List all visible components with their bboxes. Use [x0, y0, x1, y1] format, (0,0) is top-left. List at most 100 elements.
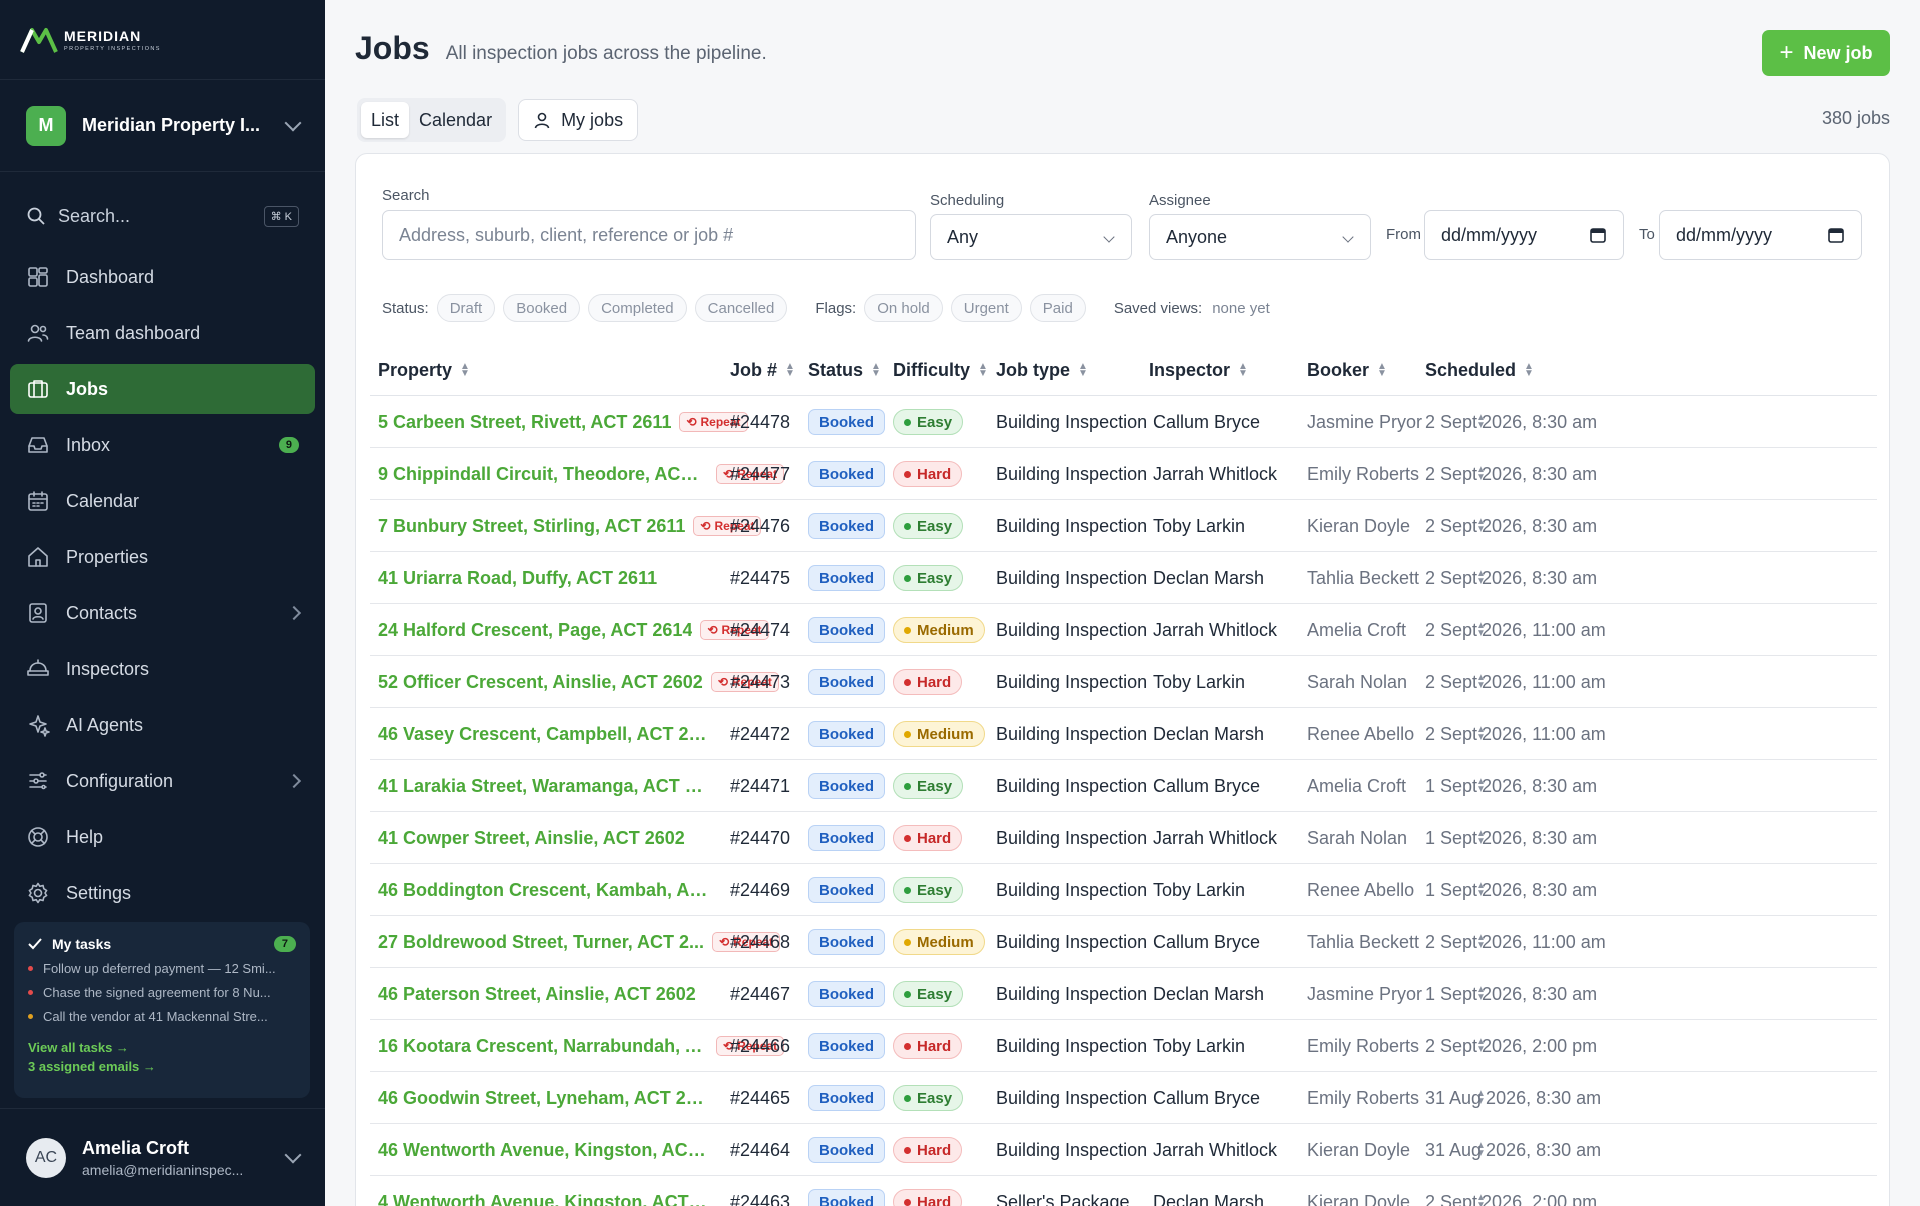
sidebar-item-dashboard[interactable]: Dashboard — [10, 252, 315, 302]
property-link[interactable]: 27 Boldrewood Street, Turner, ACT 2... ⟲… — [378, 916, 781, 968]
inspector-name[interactable]: Jarrah Whitlock — [1153, 448, 1277, 500]
table-row[interactable]: 46 Paterson Street, Ainslie, ACT 2602 #2… — [370, 968, 1877, 1020]
inspector-name[interactable]: Jarrah Whitlock — [1153, 604, 1277, 656]
job-search-input[interactable]: Address, suburb, client, reference or jo… — [382, 210, 916, 260]
my-jobs-button[interactable]: My jobs — [518, 99, 639, 141]
property-link[interactable]: 46 Goodwin Street, Lyneham, ACT 2602 — [378, 1072, 708, 1124]
inspector-name[interactable]: Callum Bryce — [1153, 916, 1260, 968]
column-header-job-type[interactable]: Job type ▲ ▼ — [996, 344, 1088, 396]
to-date-placeholder: dd/mm/yyyy — [1676, 224, 1773, 245]
column-header-status[interactable]: Status ▲ ▼ — [808, 344, 881, 396]
column-header-property[interactable]: Property ▲ ▼ — [378, 344, 470, 396]
property-link[interactable]: 9 Chippindall Circuit, Theodore, ACT ...… — [378, 448, 785, 500]
view-all-tasks-link[interactable]: View all tasks → — [28, 1040, 296, 1055]
property-link[interactable]: 41 Larakia Street, Waramanga, ACT 2611 — [378, 760, 708, 812]
sidebar-item-calendar[interactable]: Calendar — [10, 476, 315, 526]
column-header-booker[interactable]: Booker ▲ ▼ — [1307, 344, 1387, 396]
table-row[interactable]: 24 Halford Crescent, Page, ACT 2614 ⟲ Rep… — [370, 604, 1877, 656]
task-item[interactable]: Chase the signed agreement for 8 Nu... — [28, 985, 296, 1000]
table-row[interactable]: 46 Goodwin Street, Lyneham, ACT 2602 #24… — [370, 1072, 1877, 1124]
table-row[interactable]: 27 Boldrewood Street, Turner, ACT 2... ⟲… — [370, 916, 1877, 968]
sidebar-item-team-dashboard[interactable]: Team dashboard — [10, 308, 315, 358]
property-link[interactable]: 46 Boddington Crescent, Kambah, ACT 2902 — [378, 864, 708, 916]
assignee-select[interactable]: Anyone — [1149, 214, 1371, 260]
table-row[interactable]: 41 Larakia Street, Waramanga, ACT 2611 #… — [370, 760, 1877, 812]
column-header-job-number[interactable]: Job # ▲ ▼ — [730, 344, 795, 396]
property-link[interactable]: 52 Officer Crescent, Ainslie, ACT 2602 ⟲… — [378, 656, 779, 708]
table-row[interactable]: 41 Uriarra Road, Duffy, ACT 2611 #24475 … — [370, 552, 1877, 604]
column-header-scheduled[interactable]: Scheduled ▲ ▼ — [1425, 344, 1534, 396]
main-content: Jobs All inspection jobs across the pipe… — [325, 0, 1920, 1206]
inspector-name[interactable]: Toby Larkin — [1153, 1020, 1245, 1072]
inspector-name[interactable]: Declan Marsh — [1153, 708, 1264, 760]
new-job-button[interactable]: + New job — [1762, 30, 1890, 76]
flag-chip-on-hold[interactable]: On hold — [864, 294, 943, 322]
status-chip-completed[interactable]: Completed — [588, 294, 687, 322]
task-item[interactable]: Call the vendor at 41 Mackennal Stre... — [28, 1009, 296, 1024]
sidebar-item-help[interactable]: Help — [10, 812, 315, 862]
brand-logo[interactable]: MERIDIAN PROPERTY INSPECTIONS — [0, 0, 325, 80]
inspector-name[interactable]: Callum Bryce — [1153, 396, 1260, 448]
user-menu[interactable]: AC Amelia Croft amelia@meridianinspec... — [0, 1108, 325, 1206]
table-row[interactable]: 9 Chippindall Circuit, Theodore, ACT ...… — [370, 448, 1877, 500]
sidebar-item-inbox[interactable]: Inbox 9 — [10, 420, 315, 470]
inspector-name[interactable]: Declan Marsh — [1153, 552, 1264, 604]
property-link[interactable]: 41 Cowper Street, Ainslie, ACT 2602 — [378, 812, 685, 864]
sidebar-item-contacts[interactable]: Contacts — [10, 588, 315, 638]
sidebar-item-ai-agents[interactable]: AI Agents — [10, 700, 315, 750]
property-link[interactable]: 7 Bunbury Street, Stirling, ACT 2611 ⟲ Re… — [378, 500, 762, 552]
column-header-inspector[interactable]: Inspector ▲ ▼ — [1149, 344, 1248, 396]
property-link[interactable]: 5 Carbeen Street, Rivett, ACT 2611 ⟲ Repe… — [378, 396, 748, 448]
property-link[interactable]: 24 Halford Crescent, Page, ACT 2614 ⟲ Rep… — [378, 604, 769, 656]
table-row[interactable]: 46 Wentworth Avenue, Kingston, ACT 2604 … — [370, 1124, 1877, 1176]
table-row[interactable]: 41 Cowper Street, Ainslie, ACT 2602 #244… — [370, 812, 1877, 864]
property-link[interactable]: 46 Wentworth Avenue, Kingston, ACT 2604 — [378, 1124, 708, 1176]
sidebar-item-properties[interactable]: Properties — [10, 532, 315, 582]
table-row[interactable]: 46 Boddington Crescent, Kambah, ACT 2902… — [370, 864, 1877, 916]
to-date-input[interactable]: dd/mm/yyyy — [1659, 210, 1862, 260]
table-row[interactable]: 7 Bunbury Street, Stirling, ACT 2611 ⟲ Re… — [370, 500, 1877, 552]
page-subtitle: All inspection jobs across the pipeline. — [445, 43, 767, 64]
sidebar-search[interactable]: Search... ⌘ K — [26, 188, 299, 244]
status-chip-cancelled[interactable]: Cancelled — [694, 294, 788, 322]
org-switcher[interactable]: M Meridian Property I... — [0, 80, 325, 172]
property-link[interactable]: 16 Kootara Crescent, Narrabundah, A... ⟲… — [378, 1020, 785, 1072]
inspector-name[interactable]: Callum Bryce — [1153, 1072, 1260, 1124]
table-row[interactable]: 52 Officer Crescent, Ainslie, ACT 2602 ⟲… — [370, 656, 1877, 708]
chevron-right-icon — [286, 773, 302, 789]
task-item[interactable]: Follow up deferred payment — 12 Smi... — [28, 961, 296, 976]
inspector-name[interactable]: Toby Larkin — [1153, 656, 1245, 708]
inspector-name[interactable]: Toby Larkin — [1153, 864, 1245, 916]
from-date-input[interactable]: dd/mm/yyyy — [1424, 210, 1624, 260]
inspector-name[interactable]: Declan Marsh — [1153, 968, 1264, 1020]
inspector-name[interactable]: Callum Bryce — [1153, 760, 1260, 812]
sidebar-item-jobs[interactable]: Jobs — [10, 364, 315, 414]
property-link[interactable]: 46 Paterson Street, Ainslie, ACT 2602 — [378, 968, 696, 1020]
property-link[interactable]: 4 Wentworth Avenue, Kingston, ACT 2604 — [378, 1176, 708, 1206]
inspector-name[interactable]: Jarrah Whitlock — [1153, 1124, 1277, 1176]
status-chip-booked[interactable]: Booked — [503, 294, 581, 322]
status-badge: Booked — [808, 1085, 886, 1111]
table-row[interactable]: 4 Wentworth Avenue, Kingston, ACT 2604 #… — [370, 1176, 1877, 1206]
inspector-name[interactable]: Declan Marsh — [1153, 1176, 1264, 1206]
table-row[interactable]: 46 Vasey Crescent, Campbell, ACT 2612 #2… — [370, 708, 1877, 760]
property-link[interactable]: 41 Uriarra Road, Duffy, ACT 2611 — [378, 552, 657, 604]
sidebar-item-configuration[interactable]: Configuration — [10, 756, 315, 806]
jobs-card: Search Address, suburb, client, referenc… — [355, 153, 1890, 1206]
inspector-name[interactable]: Jarrah Whitlock — [1153, 812, 1277, 864]
sidebar-item-settings[interactable]: Settings — [10, 868, 315, 918]
inspector-name[interactable]: Toby Larkin — [1153, 500, 1245, 552]
table-row[interactable]: 16 Kootara Crescent, Narrabundah, A... ⟲… — [370, 1020, 1877, 1072]
assigned-emails-link[interactable]: 3 assigned emails → — [28, 1059, 296, 1074]
repeat-icon: ⟲ — [717, 675, 728, 689]
sidebar-item-inspectors[interactable]: Inspectors — [10, 644, 315, 694]
status-chip-draft[interactable]: Draft — [436, 294, 496, 322]
table-row[interactable]: 5 Carbeen Street, Rivett, ACT 2611 ⟲ Repe… — [370, 396, 1877, 448]
flag-chip-paid[interactable]: Paid — [1029, 294, 1086, 322]
tab-calendar[interactable]: Calendar — [409, 102, 502, 138]
flag-chip-urgent[interactable]: Urgent — [950, 294, 1022, 322]
tab-list[interactable]: List — [361, 102, 410, 138]
property-link[interactable]: 46 Vasey Crescent, Campbell, ACT 2612 — [378, 708, 708, 760]
scheduling-select[interactable]: Any — [930, 214, 1132, 260]
column-header-difficulty[interactable]: Difficulty ▲ ▼ — [893, 344, 988, 396]
